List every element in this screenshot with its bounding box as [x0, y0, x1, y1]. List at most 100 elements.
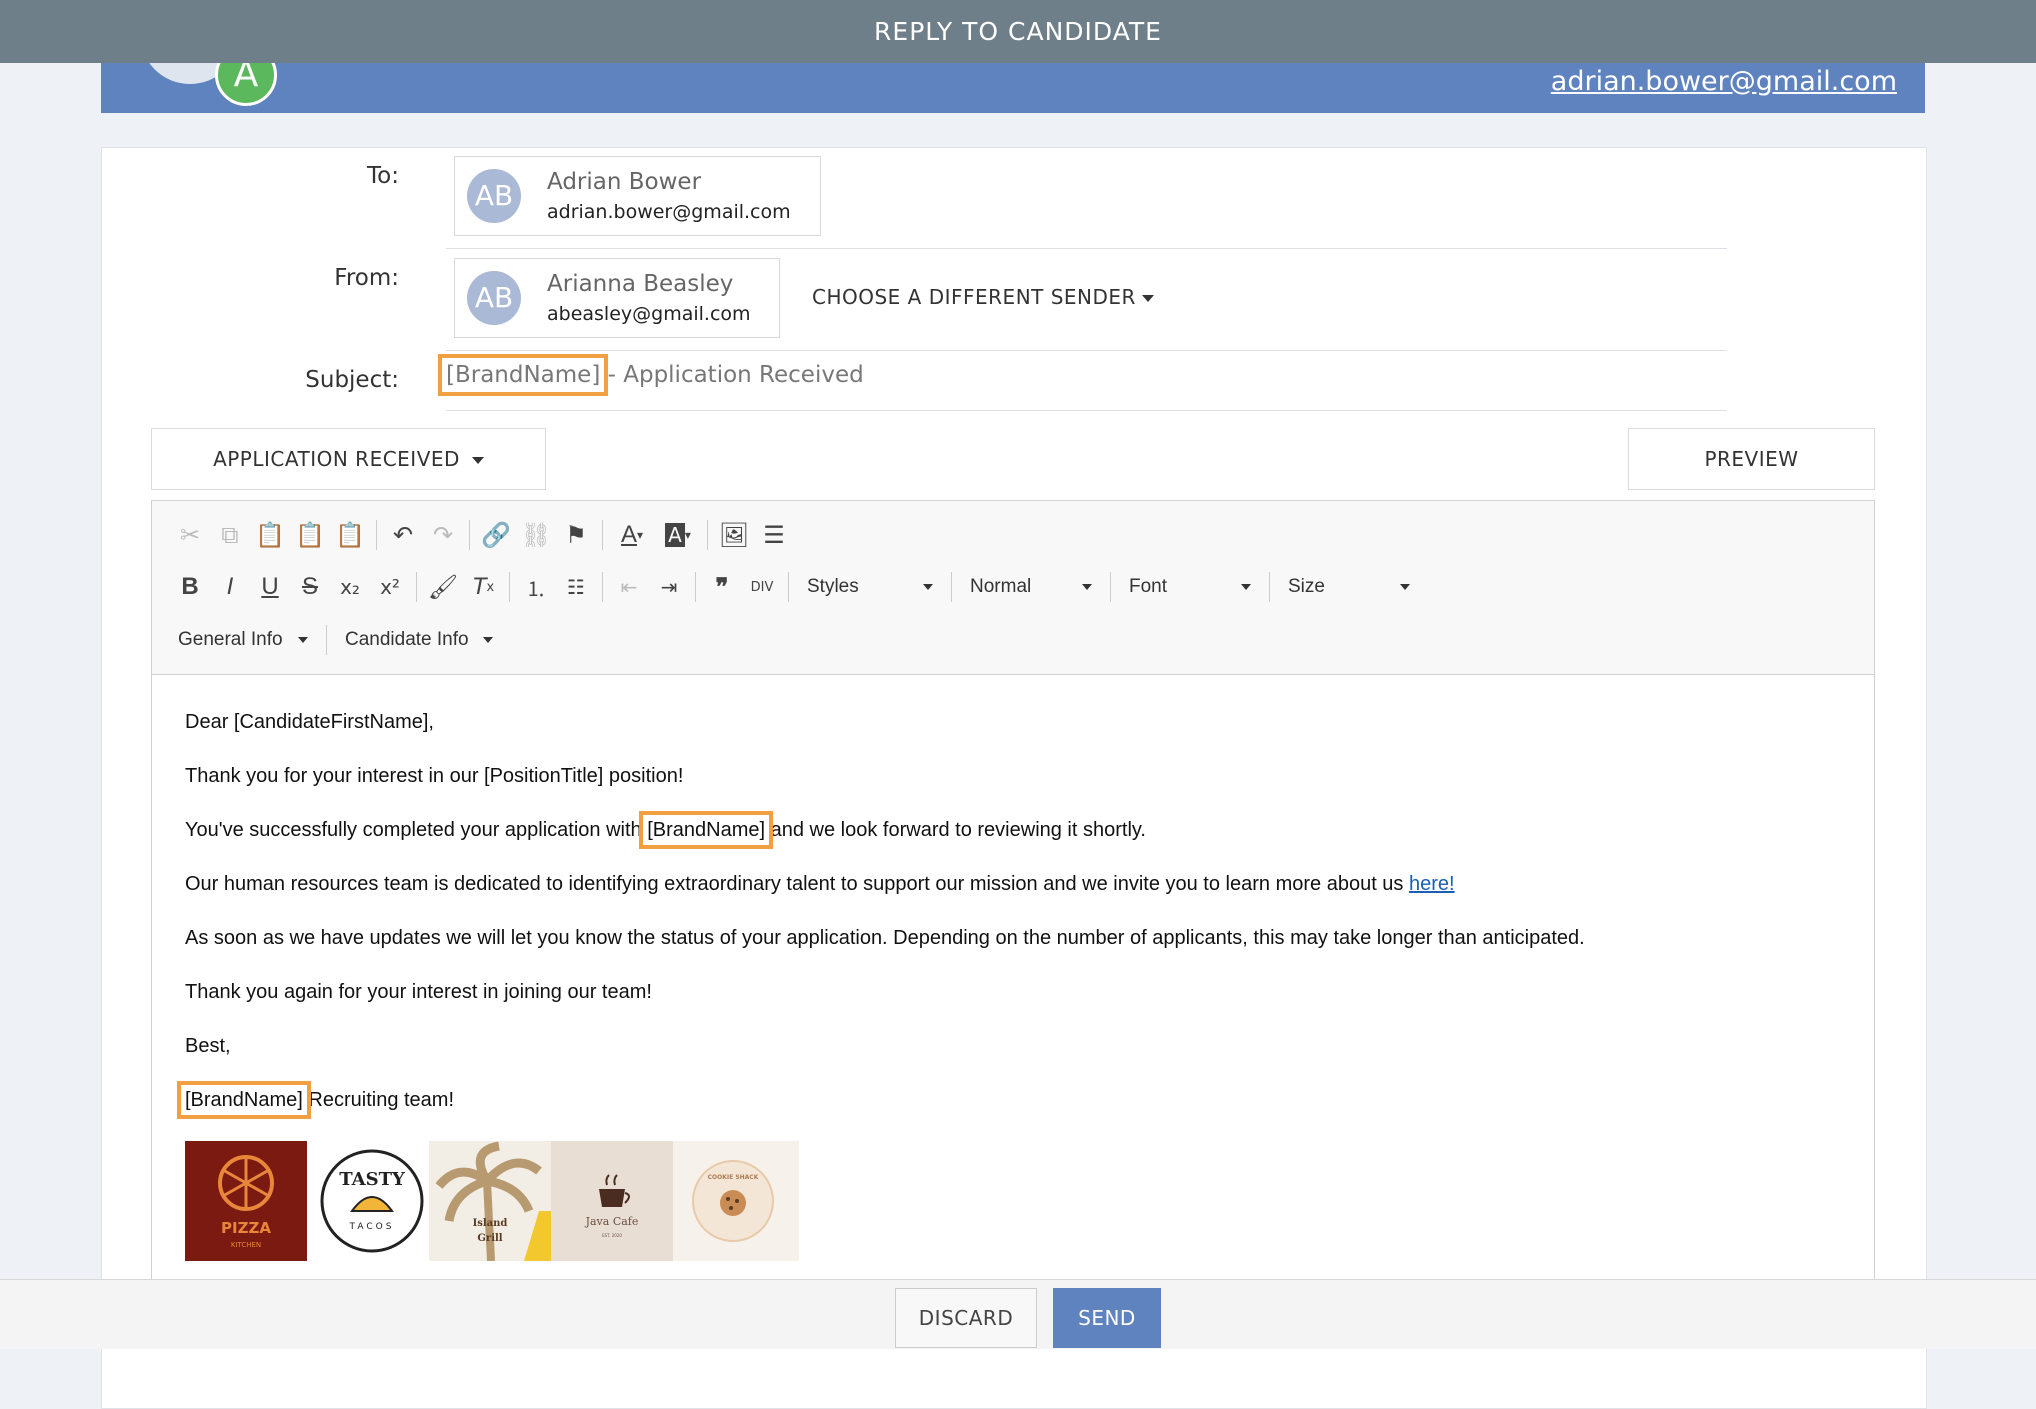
caret-down-icon	[1241, 584, 1251, 590]
cookie-shack-logo: COOKIE SHACK	[673, 1141, 799, 1261]
subject-text: - Application Received	[600, 362, 864, 388]
grill-logo-title: Island	[473, 1218, 508, 1229]
recipient-avatar: AB	[467, 169, 521, 223]
candidate-email-link[interactable]: adrian.bower@gmail.com	[1551, 66, 1897, 97]
subject-input[interactable]: [BrandName] - Application Received	[437, 354, 864, 396]
toolbar-separator	[788, 572, 789, 602]
java-cafe-logo: Java Cafe EST. 2020	[551, 1141, 673, 1261]
sender-avatar: AB	[467, 271, 521, 325]
from-label: From:	[334, 265, 399, 291]
signoff-line: Best,	[185, 1035, 231, 1057]
signature-text: Recruiting team!	[302, 1089, 455, 1111]
toolbar-separator	[695, 572, 696, 602]
font-label: Font	[1129, 576, 1168, 597]
paste-word-icon[interactable]: 📋	[330, 515, 370, 555]
format-label: Normal	[970, 576, 1032, 597]
tacos-logo-title: TASTY	[339, 1169, 406, 1190]
body-line-4: As soon as we have updates we will let y…	[185, 927, 1585, 949]
grill-logo-sub: Grill	[477, 1233, 502, 1244]
superscript-icon[interactable]: x²	[370, 567, 410, 607]
pizza-kitchen-logo: PIZZA KITCHEN	[185, 1141, 307, 1261]
styles-label: Styles	[807, 576, 859, 597]
brand-token: [BrandName]	[639, 811, 774, 849]
template-label: APPLICATION RECEIVED	[213, 447, 460, 471]
clear-formatting-icon[interactable]: Tx	[463, 567, 503, 607]
link-icon[interactable]: 🔗	[476, 515, 516, 555]
text-color-icon[interactable]: A ▾	[609, 515, 655, 555]
caret-down-icon	[483, 637, 493, 643]
anchor-flag-icon[interactable]: ⚑	[556, 515, 596, 555]
recipient-name: Adrian Bower	[547, 169, 702, 195]
toolbar-separator	[469, 520, 470, 550]
italic-icon[interactable]: I	[210, 567, 250, 607]
divider	[446, 410, 1727, 411]
java-logo-title: Java Cafe	[585, 1215, 639, 1228]
template-dropdown[interactable]: APPLICATION RECEIVED	[151, 428, 546, 490]
bulleted-list-icon[interactable]: ☷	[556, 567, 596, 607]
cut-icon[interactable]: ✂	[170, 515, 210, 555]
blockquote-icon[interactable]: ❞	[702, 567, 742, 607]
bold-icon[interactable]: B	[170, 567, 210, 607]
learn-more-link[interactable]: here!	[1409, 873, 1455, 895]
sender-chip[interactable]: AB Arianna Beasley abeasley@gmail.com	[454, 258, 780, 338]
discard-button[interactable]: DISCARD	[895, 1288, 1037, 1348]
recipient-chip[interactable]: AB Adrian Bower adrian.bower@gmail.com	[454, 156, 821, 236]
sender-name: Arianna Beasley	[547, 271, 734, 297]
styles-dropdown[interactable]: Styles	[795, 567, 945, 607]
subscript-icon[interactable]: x₂	[330, 567, 370, 607]
toolbar-separator	[376, 520, 377, 550]
toolbar-separator	[951, 572, 952, 602]
action-footer: DISCARD SEND	[0, 1279, 2036, 1349]
choose-sender-dropdown[interactable]: CHOOSE A DIFFERENT SENDER	[812, 285, 1154, 309]
signature-line: [BrandName] Recruiting team!	[177, 1081, 455, 1119]
strikethrough-icon[interactable]: S	[290, 567, 330, 607]
format-painter-icon[interactable]: 🖌	[423, 567, 463, 607]
editor-toolbar: ✂ ⧉ 📋 📋 📋 ↶ ↷ 🔗 ⛓ ⚑ A ▾ A ▾ 🖼 ☰ B I U S x₂…	[152, 501, 1874, 675]
send-button[interactable]: SEND	[1053, 1288, 1161, 1348]
body-line-2-end: and we look forward to reviewing it shor…	[765, 819, 1146, 841]
font-dropdown[interactable]: Font	[1117, 567, 1263, 607]
underline-icon[interactable]: U	[250, 567, 290, 607]
image-icon[interactable]: 🖼	[714, 515, 754, 555]
outdent-icon[interactable]: ⇤	[609, 567, 649, 607]
body-line-3-text: Our human resources team is dedicated to…	[185, 873, 1409, 895]
caret-down-icon	[471, 457, 484, 464]
background-color-icon[interactable]: A ▾	[655, 515, 701, 555]
tacos-logo-sub: TACOS	[349, 1222, 395, 1232]
undo-icon[interactable]: ↶	[383, 515, 423, 555]
redo-icon[interactable]: ↷	[423, 515, 463, 555]
body-line-5: Thank you again for your interest in joi…	[185, 981, 652, 1003]
body-line-2: You've successfully completed your appli…	[185, 811, 1146, 849]
general-info-dropdown[interactable]: General Info	[170, 620, 320, 660]
copy-icon[interactable]: ⧉	[210, 515, 250, 555]
greeting-line: Dear [CandidateFirstName],	[185, 711, 434, 733]
unlink-icon[interactable]: ⛓	[516, 515, 556, 555]
candidate-info-dropdown[interactable]: Candidate Info	[333, 620, 505, 660]
horizontal-rule-icon[interactable]: ☰	[754, 515, 794, 555]
divider	[446, 350, 1727, 351]
preview-button[interactable]: PREVIEW	[1628, 428, 1875, 490]
modal-title: REPLY TO CANDIDATE	[0, 0, 2036, 63]
size-dropdown[interactable]: Size	[1276, 567, 1422, 607]
caret-down-icon	[1400, 584, 1410, 590]
sender-email: abeasley@gmail.com	[547, 303, 751, 325]
choose-sender-label: CHOOSE A DIFFERENT SENDER	[812, 285, 1136, 309]
numbered-list-icon[interactable]: ⒈	[516, 567, 556, 607]
general-info-label: General Info	[178, 629, 283, 650]
div-container-icon[interactable]: DIV	[742, 567, 782, 607]
caret-down-icon	[1141, 295, 1154, 302]
subject-brand-token: [BrandName]	[437, 354, 609, 396]
indent-icon[interactable]: ⇥	[649, 567, 689, 607]
rich-text-editor: ✂ ⧉ 📋 📋 📋 ↶ ↷ 🔗 ⛓ ⚑ A ▾ A ▾ 🖼 ☰ B I U S x₂…	[151, 500, 1875, 1322]
paste-text-icon[interactable]: 📋	[290, 515, 330, 555]
java-logo-sub: EST. 2020	[602, 1233, 622, 1238]
divider	[446, 248, 1727, 249]
body-line-2-start: You've successfully completed your appli…	[185, 819, 648, 841]
toolbar-separator	[707, 520, 708, 550]
body-line-3: Our human resources team is dedicated to…	[185, 873, 1455, 896]
toolbar-separator	[509, 572, 510, 602]
cookie-logo-title: COOKIE SHACK	[708, 1174, 759, 1181]
format-dropdown[interactable]: Normal	[958, 567, 1104, 607]
brand-logos: PIZZA KITCHEN TASTY TACOS Island Grill J…	[185, 1141, 823, 1261]
paste-icon[interactable]: 📋	[250, 515, 290, 555]
